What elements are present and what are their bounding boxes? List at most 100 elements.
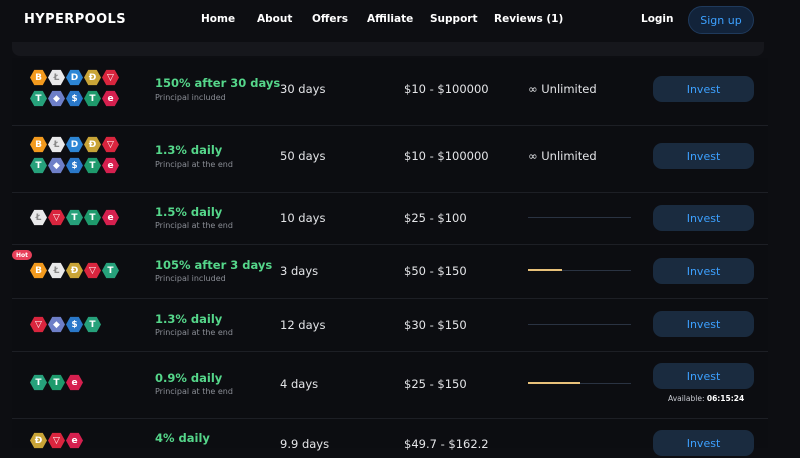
usdc-icon: $ [66, 157, 83, 174]
trx-icon: ▽ [102, 136, 119, 153]
e-coin-icon: e [66, 432, 83, 449]
table-row: T T e 0.9% daily Principal at the end 4 … [12, 351, 768, 419]
trc20-icon: T [84, 209, 101, 226]
e-coin-icon: e [102, 90, 119, 107]
doge-icon: Đ [84, 69, 101, 86]
plan-duration: 9.9 days [280, 437, 330, 451]
trx-icon: ▽ [84, 262, 101, 279]
login-link[interactable]: Login [641, 13, 674, 25]
plan-note: Principal included [155, 93, 226, 102]
usdt-icon: T [30, 157, 47, 174]
trc20-icon: T [84, 90, 101, 107]
invest-button[interactable]: Invest [653, 258, 754, 284]
plan-note: Principal at the end [155, 328, 233, 337]
plans-table: B Ł D Đ ▽ T ◆ $ T e 150% after 30 days P… [12, 58, 768, 456]
plan-amount: $25 - $100 [404, 211, 467, 225]
trc20-icon: T [84, 157, 101, 174]
plan-limit: ∞ Unlimited [528, 149, 597, 163]
plan-amount: $25 - $150 [404, 377, 467, 391]
doge-icon: Đ [66, 262, 83, 279]
btc-icon: B [30, 69, 47, 86]
ltc-icon: Ł [48, 136, 65, 153]
invest-button[interactable]: Invest [653, 311, 754, 337]
panel-top-edge [12, 42, 764, 56]
eth-icon: ◆ [48, 90, 65, 107]
plan-amount: $50 - $150 [404, 264, 467, 278]
plan-amount: $10 - $100000 [404, 82, 489, 96]
main-nav: Home About Offers Affiliate Support Revi… [0, 13, 800, 29]
plan-note: Principal included [155, 274, 226, 283]
plan-rate: 1.3% daily [155, 143, 223, 157]
nav-about[interactable]: About [257, 13, 292, 25]
nav-home[interactable]: Home [201, 13, 235, 25]
trc20-icon: T [48, 374, 65, 391]
usdt-icon: T [66, 209, 83, 226]
plan-rate: 150% after 30 days [155, 76, 281, 90]
trx-icon: ▽ [30, 316, 47, 333]
e-coin-icon: e [102, 209, 119, 226]
usdt-icon: T [84, 316, 101, 333]
progress-bar [528, 324, 631, 325]
plan-rate: 1.3% daily [155, 312, 223, 326]
plan-limit: ∞ Unlimited [528, 82, 597, 96]
signup-button[interactable]: Sign up [688, 6, 754, 34]
dash-icon: D [66, 136, 83, 153]
trx-icon: ▽ [48, 432, 65, 449]
nav-affiliate[interactable]: Affiliate [367, 13, 413, 25]
ltc-icon: Ł [48, 69, 65, 86]
invest-button[interactable]: Invest [653, 363, 754, 389]
availability-label: Available: [668, 394, 705, 403]
progress-fill [528, 269, 562, 271]
ltc-icon: Ł [48, 262, 65, 279]
plan-duration: 10 days [280, 211, 326, 225]
plan-amount: $49.7 - $162.2 [404, 437, 489, 451]
usdt-icon: T [102, 262, 119, 279]
hot-badge: Hot [12, 250, 33, 260]
dash-icon: D [66, 69, 83, 86]
availability-time: 06:15:24 [706, 394, 745, 403]
trx-icon: ▽ [102, 69, 119, 86]
plan-rate: 105% after 3 days [155, 258, 273, 272]
plan-amount: $30 - $150 [404, 318, 467, 332]
invest-button[interactable]: Invest [653, 205, 754, 231]
table-row: ▽ ◆ $ T 1.3% daily Principal at the end … [12, 298, 768, 352]
trx-icon: ▽ [48, 209, 65, 226]
plan-duration: 50 days [280, 149, 326, 163]
progress-bar [528, 217, 631, 218]
plan-duration: 3 days [280, 264, 319, 278]
usdc-icon: $ [66, 90, 83, 107]
usdc-icon: $ [66, 316, 83, 333]
plan-rate: 1.5% daily [155, 205, 223, 219]
eth-icon: ◆ [48, 316, 65, 333]
plan-rate: 4% daily [155, 431, 210, 445]
progress-fill [528, 382, 580, 384]
progress-bar [528, 269, 631, 271]
plan-duration: 30 days [280, 82, 326, 96]
btc-icon: B [30, 136, 47, 153]
table-row: Ł ▽ T T e 1.5% daily Principal at the en… [12, 192, 768, 245]
e-coin-icon: e [102, 157, 119, 174]
invest-button[interactable]: Invest [653, 143, 754, 169]
top-navbar: HYPERPOOLS Home About Offers Affiliate S… [0, 0, 800, 42]
table-row: B Ł D Đ ▽ T ◆ $ T e 1.3% daily Principal… [12, 125, 768, 193]
plan-rate: 0.9% daily [155, 371, 223, 385]
progress-bar [528, 382, 631, 384]
plan-amount: $10 - $100000 [404, 149, 489, 163]
doge-icon: Đ [84, 136, 101, 153]
table-row: Đ ▽ e 4% daily 9.9 days $49.7 - $162.2 I… [12, 418, 768, 458]
invest-button[interactable]: Invest [653, 76, 754, 102]
doge-icon: Đ [30, 432, 47, 449]
plan-duration: 4 days [280, 377, 319, 391]
nav-offers[interactable]: Offers [312, 13, 348, 25]
nav-support[interactable]: Support [430, 13, 477, 25]
table-row: B Ł D Đ ▽ T ◆ $ T e 150% after 30 days P… [12, 58, 768, 126]
availability-timer: Available: 06:15:24 [668, 394, 744, 403]
plan-duration: 12 days [280, 318, 326, 332]
table-row: B Ł Đ ▽ T 105% after 3 days Principal in… [12, 244, 768, 299]
plan-note: Principal at the end [155, 160, 233, 169]
invest-button[interactable]: Invest [653, 430, 754, 456]
btc-icon: B [30, 262, 47, 279]
usdt-icon: T [30, 90, 47, 107]
ltc-icon: Ł [30, 209, 47, 226]
nav-reviews[interactable]: Reviews (1) [494, 13, 563, 25]
